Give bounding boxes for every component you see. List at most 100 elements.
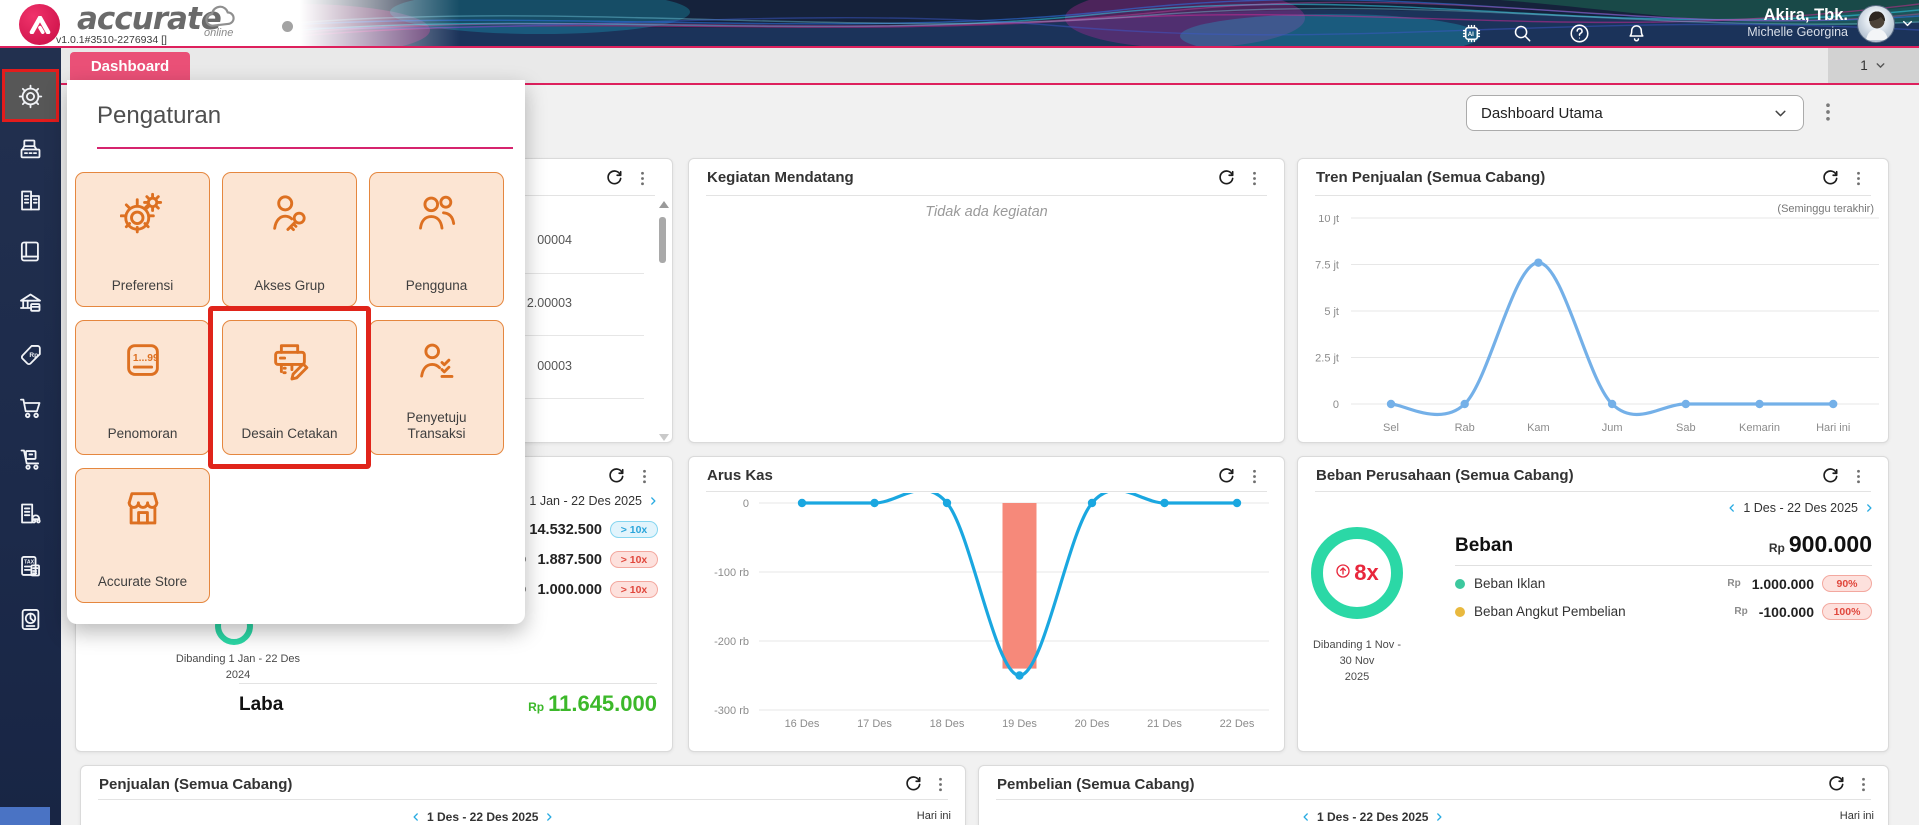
user-menu-chevron-icon[interactable] [1900,16,1915,31]
sidebar-item-settings[interactable] [0,74,61,118]
currency-prefix: Rp [1768,541,1785,555]
document-number[interactable]: 00004 [537,233,572,247]
svg-text:Kemarin: Kemarin [1739,422,1780,434]
document-number[interactable]: 00003 [537,359,572,373]
search-icon[interactable] [1511,22,1534,45]
list-scrollbar[interactable] [659,201,669,441]
amount: -100.000 [1758,603,1814,620]
menu-item-desain-cetakan[interactable]: Desain Cetakan [222,320,357,455]
legend-dot [1455,606,1465,617]
refresh-icon[interactable] [1216,466,1236,486]
chevron-left-icon[interactable] [1727,502,1737,514]
penjualan-card: Penjualan (Semua Cabang) 1 Des - 22 Des … [80,765,966,825]
logo-online-label: online [204,27,234,39]
svg-text:22 Des: 22 Des [1220,718,1255,730]
arus-kas-card: Arus Kas 0 -100 rb -200 rb -300 rb 16 Des 17 … [688,456,1285,752]
sidebar-item-fixed-assets[interactable] [0,491,61,535]
sidebar-item-sales-tag[interactable]: Rp [0,333,61,377]
svg-text:-200 rb: -200 rb [714,636,749,648]
menu-item-penomoran[interactable]: 1...99 Penomoran [75,320,210,455]
user-key-icon [267,189,313,235]
menu-item-accurate-store[interactable]: Accurate Store [75,468,210,603]
chevron-right-icon[interactable] [1864,502,1874,514]
card-menu-icon[interactable] [636,468,653,485]
refresh-icon[interactable] [1820,466,1840,486]
sidebar-item-cash-register[interactable] [0,127,61,171]
sidebar-item-journal[interactable] [0,229,61,273]
scroll-up-arrow[interactable] [659,201,669,208]
menu-item-penyetuju-transaksi[interactable]: Penyetuju Transaksi [369,320,504,455]
date-range-nav: 1 Des - 22 Des 2025 [1301,810,1444,824]
svg-text:1...99: 1...99 [132,353,158,364]
laba-label: Laba [239,694,284,715]
ai-assistant-icon[interactable]: AI [1460,22,1483,45]
printer-pencil-icon [267,337,313,383]
sidebar-item-tax[interactable]: TAX [0,544,61,588]
help-icon[interactable] [1568,22,1591,45]
card-menu-icon[interactable] [1246,468,1263,485]
svg-text:20 Des: 20 Des [1075,718,1110,730]
notifications-icon[interactable] [1625,22,1648,45]
header-accent-line [0,46,1919,48]
sidebar-item-reports[interactable] [0,597,61,641]
menu-item-label: Penyetuju Transaksi [406,410,467,441]
sidebar-item-inventory-trolley[interactable] [0,437,61,481]
dashboard-options-icon[interactable] [1817,101,1839,123]
menu-item-akses-grup[interactable]: Akses Grup [222,172,357,307]
sidebar-item-bank[interactable] [0,281,61,325]
window-count-selector[interactable]: 1 [1828,48,1919,83]
dashboard-select[interactable]: Dashboard Utama [1466,95,1804,131]
scrollbar-thumb[interactable] [659,217,666,263]
amount: 1.000.000 [1751,575,1814,592]
chart-subtitle: (Seminggu terakhir) [1777,203,1874,215]
user-block[interactable]: Akira, Tbk. Michelle Georgina [1747,5,1848,40]
avatar[interactable] [1857,5,1895,43]
svg-text:5 jt: 5 jt [1324,306,1339,318]
growth-multiplier: 8x [1354,560,1379,585]
laba-amount: 11.645.000 [548,691,657,716]
growth-ring: 8x [1311,527,1403,619]
numbering-icon: 1...99 [120,337,166,383]
card-menu-icon[interactable] [1246,170,1263,187]
tab-strip [0,46,1919,83]
menu-item-label: Desain Cetakan [241,426,338,441]
approver-check-icon [414,337,460,383]
legend-row: Beban Iklan Rp 1.000.000 90% [1455,575,1872,592]
card-menu-icon[interactable] [634,170,651,187]
chevron-right-icon[interactable] [1434,811,1444,823]
card-menu-icon[interactable] [932,776,949,793]
scroll-down-arrow[interactable] [659,434,669,441]
chevron-right-icon[interactable] [544,811,554,823]
chevron-left-icon[interactable] [411,811,421,823]
growth-badge: > 10x [610,581,658,598]
beban-heading: Beban [1455,535,1514,556]
sidebar-item-purchase-cart[interactable] [0,385,61,429]
refresh-icon[interactable] [1216,168,1236,188]
svg-text:21 Des: 21 Des [1147,718,1182,730]
refresh-icon[interactable] [1826,774,1846,794]
menu-item-label: Akses Grup [254,278,325,293]
sidebar-footer-tile[interactable] [0,807,50,825]
card-menu-icon[interactable] [1855,776,1872,793]
chevron-left-icon[interactable] [1301,811,1311,823]
dashboard-select-value: Dashboard Utama [1481,104,1603,122]
refresh-icon[interactable] [604,168,624,188]
refresh-icon[interactable] [1820,168,1840,188]
card-menu-icon[interactable] [1850,170,1867,187]
tab-dashboard[interactable]: Dashboard [70,52,190,81]
refresh-icon[interactable] [903,774,923,794]
card-menu-icon[interactable] [1850,468,1867,485]
menu-item-label: Preferensi [111,278,174,293]
menu-item-preferensi[interactable]: Preferensi [75,172,210,307]
accurate-logo-icon[interactable] [19,4,60,45]
document-number[interactable]: 2.00003 [527,296,572,310]
menu-item-pengguna[interactable]: Pengguna [369,172,504,307]
logo-wordmark: accurate [77,1,222,37]
chevron-right-icon[interactable] [648,495,658,507]
title-underline [97,147,513,149]
sidebar-item-company[interactable] [0,178,61,222]
svg-text:-300 rb: -300 rb [714,705,749,717]
refresh-icon[interactable] [606,466,626,486]
svg-text:16 Des: 16 Des [785,718,820,730]
svg-text:TAX: TAX [24,559,34,565]
